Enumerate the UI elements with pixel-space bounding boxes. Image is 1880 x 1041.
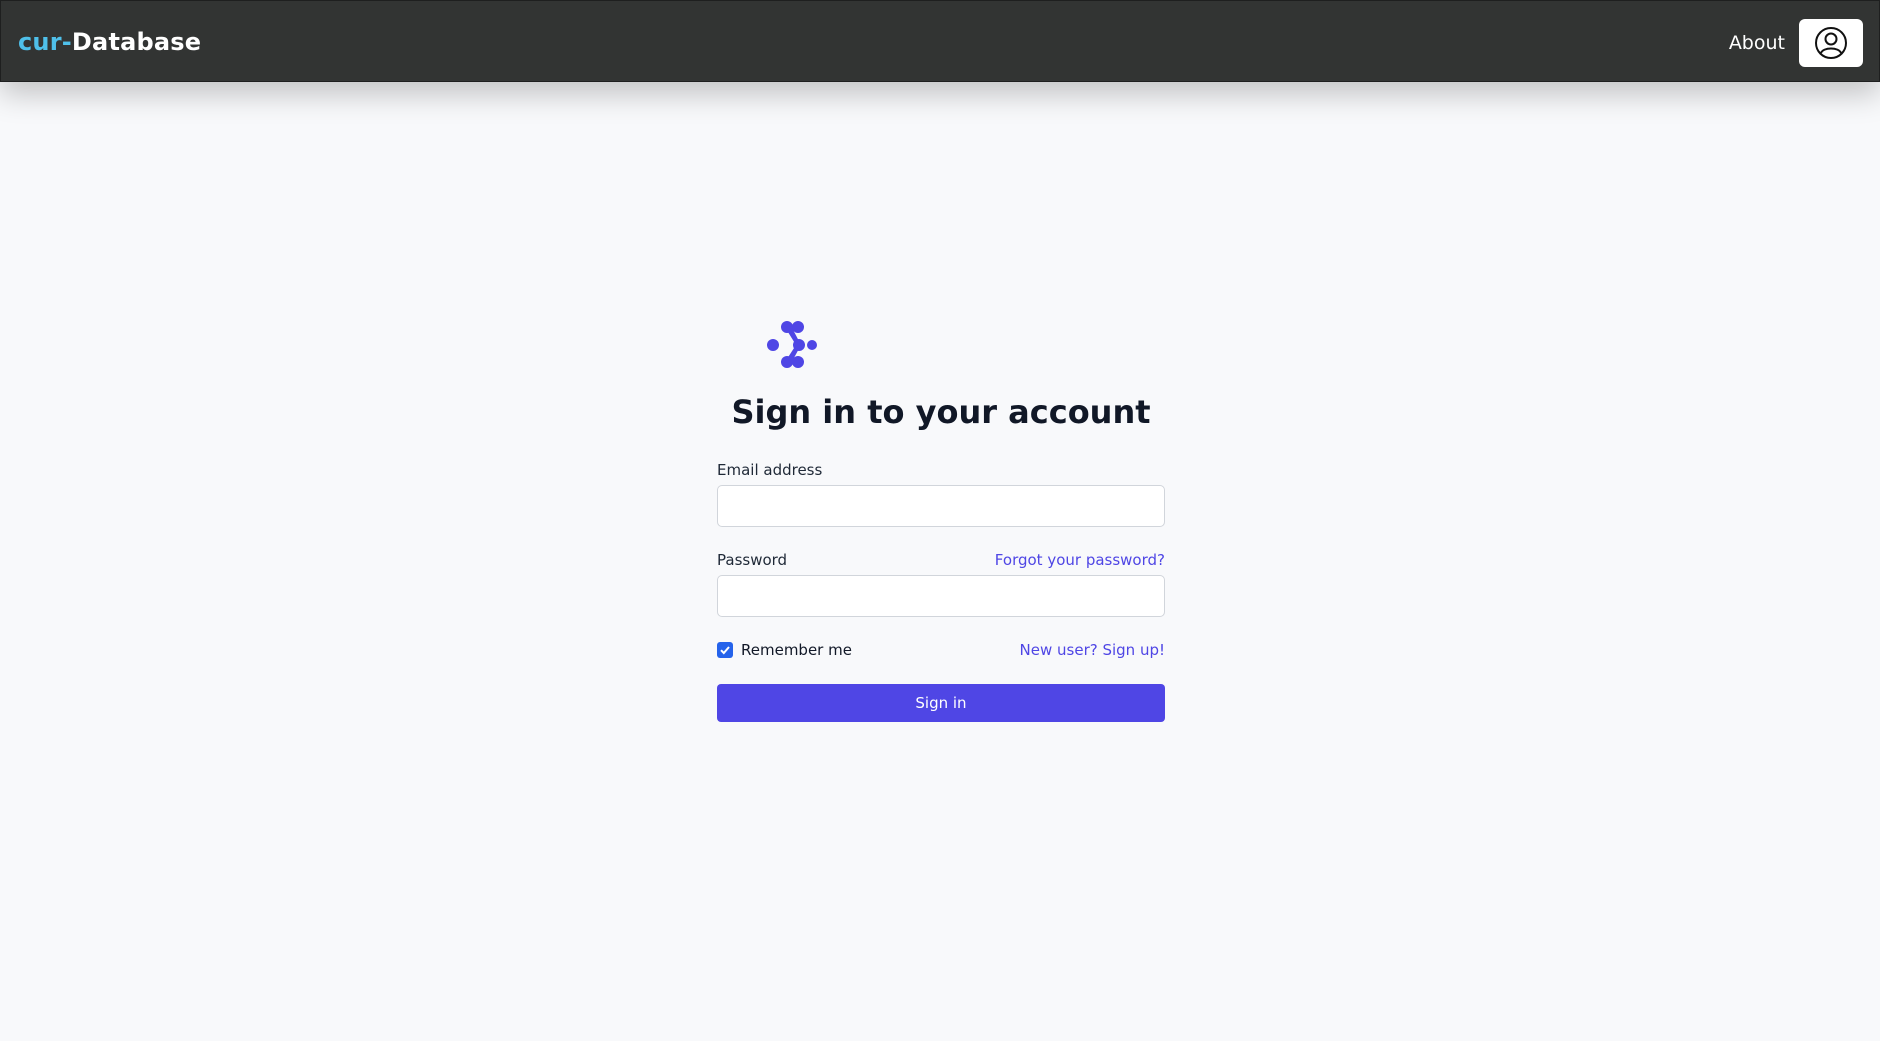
email-field[interactable] — [717, 485, 1165, 527]
password-field[interactable] — [717, 575, 1165, 617]
page-title: Sign in to your account — [731, 393, 1151, 431]
user-circle-icon — [1815, 27, 1847, 59]
forgot-password-link[interactable]: Forgot your password? — [995, 550, 1165, 570]
brand-name: Database — [71, 28, 202, 56]
brand-logo-icon — [767, 321, 817, 368]
brand-logo-text[interactable]: cur-Database — [18, 27, 201, 57]
email-label: Email address — [717, 461, 823, 479]
brand-prefix: cur- — [18, 28, 72, 56]
top-navbar: cur-Database About — [0, 0, 1880, 82]
nav-about-link[interactable]: About — [1729, 31, 1785, 55]
sign-in-button[interactable]: Sign in — [717, 684, 1165, 722]
sign-up-link[interactable]: New user? Sign up! — [1020, 640, 1165, 660]
remember-me-checkbox[interactable] — [717, 642, 733, 658]
user-menu-button[interactable] — [1799, 19, 1863, 67]
checkmark-icon — [720, 646, 730, 655]
password-label: Password — [717, 551, 788, 569]
remember-me-label: Remember me — [741, 641, 852, 659]
